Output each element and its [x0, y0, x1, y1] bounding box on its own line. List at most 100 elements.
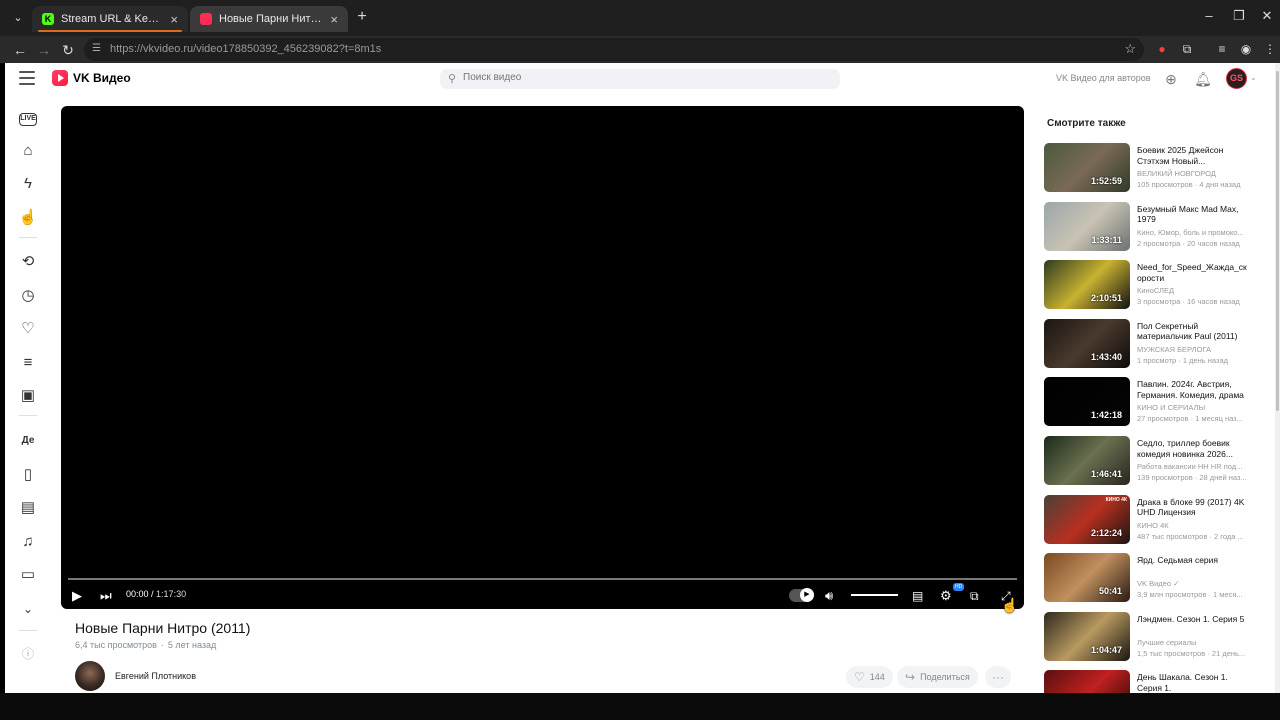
related-video-channel[interactable]: Кино, Юмор, боль и промоко... — [1137, 228, 1255, 237]
related-video-title[interactable]: Ярд. Седьмая серия — [1137, 555, 1255, 566]
share-button[interactable]: ↪ Поделиться — [897, 666, 978, 688]
settings-gear-icon[interactable]: ⚙ — [940, 586, 952, 606]
author-avatar[interactable] — [75, 661, 105, 691]
related-video-channel[interactable]: КиноСЛЕД — [1137, 286, 1255, 295]
related-video-item[interactable]: КИНО 4К 2:12:24 Драка в блоке 99 (2017) 4K… — [1044, 494, 1259, 545]
playlist-add-icon[interactable]: ≡ — [17, 352, 39, 374]
site-settings-icon[interactable]: ☰ — [92, 43, 104, 55]
video-thumbnail[interactable]: 1:04:47 — [1044, 611, 1130, 661]
video-thumbnail[interactable]: 50:41 — [1044, 553, 1130, 603]
more-chevron-down-icon[interactable]: ⌄ — [17, 598, 39, 620]
upload-plus-icon[interactable]: ⊕ — [1162, 70, 1180, 88]
video-player[interactable]: ▶ ⏭︎ 00:00 / 1:17:30 🔊︎ ▤ ⚙ HD ⧉ ⤢ — [61, 106, 1024, 609]
related-video-item[interactable]: 1:42:18 Павлин. 2024г. Австрия, Германия.… — [1044, 377, 1259, 427]
related-video-title[interactable]: Лэндмен. Сезон 1. Серия 5 — [1137, 614, 1255, 625]
related-video-title[interactable]: Павлин. 2024г. Австрия, Германия. Комеди… — [1137, 379, 1255, 400]
play-icon[interactable]: ▶ — [72, 586, 82, 606]
close-window-icon[interactable]: ✕ — [1252, 8, 1280, 24]
close-tab-icon[interactable]: × — [330, 12, 338, 27]
shows-icon[interactable]: ▤ — [17, 497, 39, 519]
video-thumbnail[interactable]: 1:46:41 — [1044, 436, 1130, 485]
info-icon[interactable]: ⓘ — [17, 643, 39, 665]
heart-icon[interactable]: ♡ — [17, 318, 39, 340]
restore-icon[interactable]: ❐ — [1224, 8, 1254, 24]
bookmark-star-icon[interactable]: ☆ — [1124, 41, 1136, 57]
browser-menu-icon[interactable]: ⋮ — [1262, 41, 1278, 57]
browser-tab-vk-video[interactable]: Новые Парни Нитро (2011) × — [190, 6, 348, 32]
related-video-title[interactable]: Need_for_Speed_Жажда_ск орости — [1137, 262, 1255, 283]
subscriptions-icon[interactable]: ☝ — [17, 207, 39, 229]
kids-icon[interactable]: Де — [17, 430, 39, 452]
search-input[interactable] — [463, 72, 823, 83]
related-video-title[interactable]: Боевик 2025 Джейсон Стэтхэм Новый... — [1137, 145, 1255, 166]
notifications-bell-icon[interactable]: 🔔︎ — [1194, 70, 1212, 88]
profile-icon[interactable]: ◉ — [1238, 41, 1254, 57]
lightning-icon[interactable]: ϟ — [17, 173, 39, 195]
tab-search-chevron-icon[interactable]: ⌄ — [8, 8, 28, 28]
related-video-channel[interactable]: МУЖСКАЯ БЕРЛОГА — [1137, 345, 1255, 354]
related-video-title[interactable]: Седло, триллер боевик комедия новинка 20… — [1137, 438, 1255, 459]
related-video-item[interactable]: 1:04:47 Лэндмен. Сезон 1. Серия 5 Лучшие с… — [1044, 611, 1259, 662]
media-control-icon[interactable]: ≡ — [1214, 41, 1230, 57]
book-icon[interactable]: ▯ — [17, 464, 39, 486]
video-thumbnail[interactable]: 1:33:11 — [1044, 201, 1130, 251]
related-video-title[interactable]: Безумный Макс Mad Max, 1979 — [1137, 204, 1255, 225]
related-video-item[interactable]: 2:10:51 Need_for_Speed_Жажда_ск орости Кин… — [1044, 260, 1259, 310]
history-icon[interactable]: ⟲ — [17, 251, 39, 273]
related-video-title[interactable]: Пол Секретный материальчик Paul (2011) — [1137, 321, 1255, 342]
extensions-puzzle-icon[interactable]: ⧉ — [1179, 41, 1195, 57]
authors-link[interactable]: VK Видео для авторов — [1056, 73, 1151, 83]
related-video-channel[interactable]: VK Видео ✓ — [1137, 579, 1255, 588]
forward-icon[interactable]: → — [34, 40, 54, 60]
new-tab-icon[interactable]: + — [352, 8, 372, 26]
related-video-channel[interactable]: КИНО 4К — [1137, 521, 1255, 530]
author-name[interactable]: Евгений Плотников — [115, 671, 196, 681]
page-scrollbar[interactable] — [1275, 63, 1280, 693]
related-video-channel[interactable]: ВЕЛИКИЙ НОВГОРОД — [1137, 169, 1255, 178]
related-video-item[interactable]: 1:46:41 Седло, триллер боевик комедия нов… — [1044, 436, 1259, 486]
video-thumbnail[interactable]: 2:10:51 — [1044, 260, 1130, 310]
vk-video-logo[interactable]: VK Видео — [52, 70, 131, 86]
like-button[interactable]: ♡ 144 — [846, 666, 893, 688]
related-video-channel[interactable]: КИНО И СЕРИАЛЫ — [1137, 403, 1255, 412]
video-thumbnail[interactable]: 1:42:18 — [1044, 377, 1130, 427]
progress-bar[interactable] — [68, 578, 1017, 580]
related-video-item[interactable]: 1:43:40 Пол Секретный материальчик Paul (… — [1044, 318, 1259, 369]
video-thumbnail[interactable]: 1:52:59 — [1044, 143, 1130, 192]
close-tab-icon[interactable]: × — [170, 12, 178, 27]
subtitles-icon[interactable]: ▤ — [912, 586, 923, 606]
watch-later-clock-icon[interactable]: ◷ — [17, 285, 39, 307]
reload-icon[interactable]: ↻ — [58, 40, 78, 60]
video-thumbnail[interactable] — [1044, 670, 1130, 693]
user-avatar[interactable]: GS — [1226, 68, 1247, 89]
address-bar[interactable]: ☰ https://vkvideo.ru/video178850392_4562… — [84, 38, 1144, 61]
related-video-item[interactable]: 1:33:11 Безумный Макс Mad Max, 1979 Кино, … — [1044, 201, 1259, 252]
related-video-channel[interactable]: Лучшие сериалы — [1137, 638, 1255, 647]
chevron-down-icon[interactable]: ⌄ — [1250, 73, 1257, 82]
video-thumbnail[interactable]: КИНО 4К 2:12:24 — [1044, 494, 1130, 544]
autoplay-toggle[interactable] — [789, 588, 814, 602]
extension-icon[interactable]: ● — [1154, 41, 1170, 57]
search-box[interactable]: ⚲ — [440, 69, 840, 89]
related-video-item[interactable]: 1:52:59 Боевик 2025 Джейсон Стэтхэм Новый… — [1044, 143, 1259, 193]
related-video-title[interactable]: День Шакала. Сезон 1. Серия 1. — [1137, 672, 1255, 693]
related-video-item[interactable]: 50:41 Ярд. Седьмая серия VK Видео ✓ 3,9 млн… — [1044, 553, 1259, 603]
volume-icon[interactable]: 🔊︎ — [825, 586, 833, 606]
next-icon[interactable]: ⏭︎ — [100, 586, 112, 606]
live-icon[interactable]: LIVE — [19, 113, 37, 126]
video-thumbnail[interactable]: 1:43:40 — [1044, 318, 1130, 368]
minimize-icon[interactable]: – — [1194, 8, 1224, 23]
browser-tab-kick[interactable]: K Stream URL & Key - Kick Dashb × — [32, 6, 188, 32]
my-videos-icon[interactable]: ▣ — [17, 385, 39, 407]
picture-in-picture-icon[interactable]: ⧉ — [970, 586, 979, 606]
related-video-title[interactable]: Драка в блоке 99 (2017) 4K UHD Лицензия — [1137, 497, 1255, 518]
related-video-channel[interactable]: Работа вакансии HH HR под... — [1137, 462, 1255, 471]
tv-icon[interactable]: ▭ — [17, 564, 39, 586]
back-icon[interactable]: ← — [10, 40, 30, 60]
menu-burger-icon[interactable] — [19, 71, 35, 85]
home-icon[interactable]: ⌂ — [17, 140, 39, 162]
related-video-item[interactable]: День Шакала. Сезон 1. Серия 1. — [1044, 670, 1259, 693]
music-note-icon[interactable]: ♫ — [17, 531, 39, 553]
more-options-button[interactable]: ··· — [985, 666, 1011, 688]
scrollbar-thumb[interactable] — [1276, 71, 1279, 411]
